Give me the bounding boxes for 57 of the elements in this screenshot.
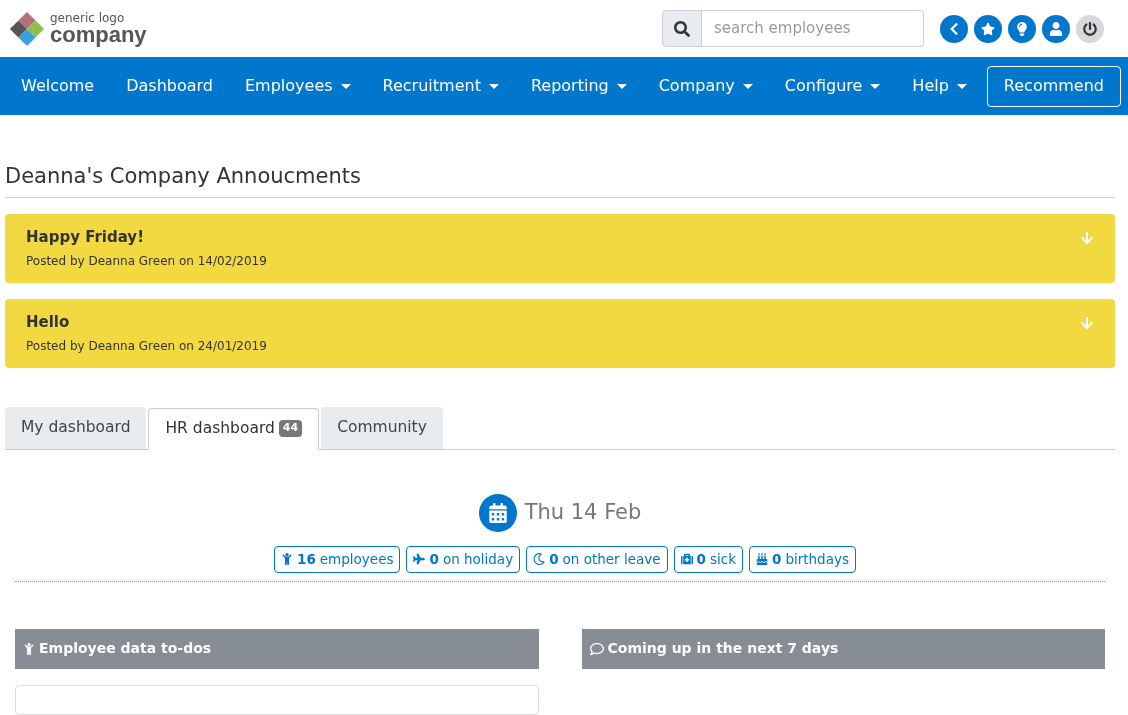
announcement-card[interactable]: Hello Posted by Deanna Green on 24/01/2019 [5,298,1115,368]
moon-icon [533,553,546,565]
announcement-card[interactable]: Happy Friday! Posted by Deanna Green on 14/02/2019 [5,213,1115,283]
plane-icon [413,553,426,565]
back-button[interactable] [940,14,968,43]
section-title: Deanna's Company Annoucments [5,161,1115,198]
person-icon [23,642,35,655]
lightbulb-icon [1015,21,1029,36]
cake-icon [756,553,768,565]
announcement-meta: Posted by Deanna Green on 24/01/2019 [26,338,268,356]
power-icon [1083,21,1097,36]
tab[interactable]: My dashboard [5,406,147,449]
logo-subtitle: generic logo [50,11,126,24]
person-icon [281,553,293,565]
search-field[interactable]: search employees [702,10,924,47]
logout-button[interactable] [1076,14,1104,43]
nav-link[interactable]: Configure [768,74,897,98]
caret-icon [616,83,627,89]
panel-header: Coming up in the next 7 days [581,628,1105,669]
caret-icon [340,83,351,89]
tab[interactable]: HR dashboard 44 [148,407,320,450]
user-icon [1049,21,1063,36]
stat-link[interactable]: 0 on holiday [406,545,521,573]
date-heading: Thu 14 Feb [524,498,642,526]
nav-link[interactable]: Employees [229,74,367,98]
nav-link[interactable]: Company [642,74,769,98]
announcement-title: Hello [26,311,71,333]
stat-link[interactable]: 0 on other leave [526,545,668,573]
favorites-button[interactable] [974,14,1002,43]
caret-icon [742,83,753,89]
tab[interactable]: Community [321,406,443,449]
panel-header: Employee data to-dos [15,628,539,669]
comment-icon [589,641,604,656]
arrow-down-icon [1080,231,1094,245]
nav-link[interactable]: Recruitment [366,74,515,98]
nav-link[interactable]: Help [896,74,983,98]
caret-icon [488,83,499,89]
star-icon [981,21,995,36]
stat-link[interactable]: 16 employees [274,545,401,573]
profile-button[interactable] [1042,14,1070,43]
nav-link[interactable]: Dashboard [110,74,229,98]
logo-diamond-icon [8,9,46,48]
recommend-button[interactable]: Recommend [986,65,1121,107]
ideas-button[interactable] [1008,14,1036,43]
medkit-icon [680,553,693,565]
nav-link[interactable]: Welcome [5,74,111,98]
stat-link[interactable]: 0 birthdays [749,545,856,573]
stat-link[interactable]: 0 sick [673,545,743,573]
caret-icon [956,83,967,89]
arrow-down-icon [1080,316,1094,330]
nav-link[interactable]: Reporting [514,74,643,98]
count-badge: 44 [278,420,303,437]
caret-icon [870,83,881,89]
announcement-title: Happy Friday! [26,226,145,248]
announcement-meta: Posted by Deanna Green on 14/02/2019 [26,253,268,271]
search-icon[interactable] [662,10,702,47]
calendar-icon [478,493,517,532]
